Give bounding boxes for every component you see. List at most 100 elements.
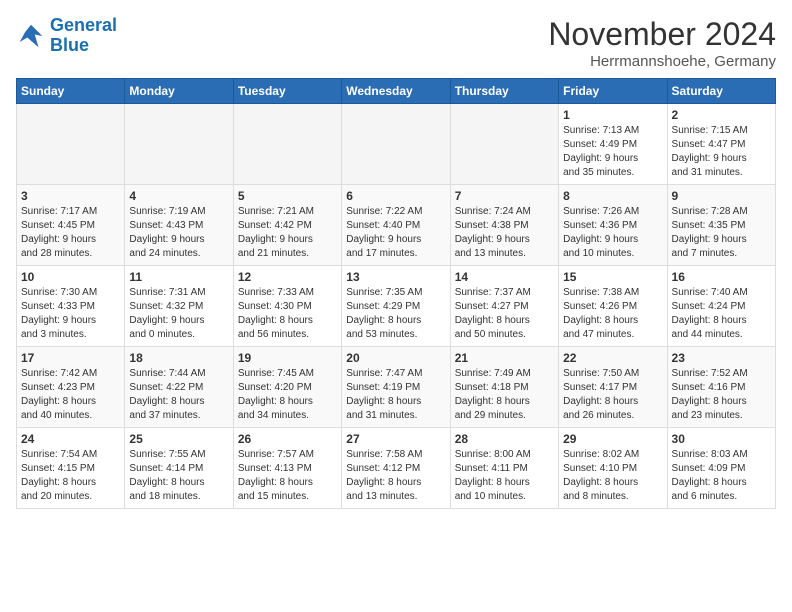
day-cell: 7Sunrise: 7:24 AM Sunset: 4:38 PM Daylig… <box>450 185 558 266</box>
day-info: Sunrise: 7:49 AM Sunset: 4:18 PM Dayligh… <box>455 367 554 423</box>
day-info: Sunrise: 7:47 AM Sunset: 4:19 PM Dayligh… <box>346 367 445 423</box>
day-cell: 30Sunrise: 8:03 AM Sunset: 4:09 PM Dayli… <box>667 428 775 509</box>
day-info: Sunrise: 7:58 AM Sunset: 4:12 PM Dayligh… <box>346 448 445 504</box>
day-info: Sunrise: 7:37 AM Sunset: 4:27 PM Dayligh… <box>455 286 554 342</box>
day-info: Sunrise: 7:31 AM Sunset: 4:32 PM Dayligh… <box>129 286 228 342</box>
day-cell <box>450 104 558 185</box>
day-info: Sunrise: 7:33 AM Sunset: 4:30 PM Dayligh… <box>238 286 337 342</box>
location-title: Herrmannshoehe, Germany <box>548 53 776 70</box>
day-info: Sunrise: 7:44 AM Sunset: 4:22 PM Dayligh… <box>129 367 228 423</box>
header: General Blue November 2024 Herrmannshoeh… <box>16 16 776 70</box>
day-number: 22 <box>563 351 662 365</box>
day-number: 27 <box>346 432 445 446</box>
day-cell: 24Sunrise: 7:54 AM Sunset: 4:15 PM Dayli… <box>17 428 125 509</box>
day-cell: 5Sunrise: 7:21 AM Sunset: 4:42 PM Daylig… <box>233 185 341 266</box>
day-info: Sunrise: 7:38 AM Sunset: 4:26 PM Dayligh… <box>563 286 662 342</box>
day-info: Sunrise: 7:40 AM Sunset: 4:24 PM Dayligh… <box>672 286 771 342</box>
day-cell <box>17 104 125 185</box>
day-info: Sunrise: 7:26 AM Sunset: 4:36 PM Dayligh… <box>563 205 662 261</box>
day-cell: 29Sunrise: 8:02 AM Sunset: 4:10 PM Dayli… <box>559 428 667 509</box>
day-info: Sunrise: 7:15 AM Sunset: 4:47 PM Dayligh… <box>672 124 771 180</box>
day-number: 21 <box>455 351 554 365</box>
day-cell: 20 Sunrise: 7:47 AM Sunset: 4:19 PM Dayli… <box>342 347 450 428</box>
day-cell: 15 Sunrise: 7:38 AM Sunset: 4:26 PM Dayli… <box>559 266 667 347</box>
header-cell-tuesday: Tuesday <box>233 79 341 104</box>
day-number: 20 <box>346 351 445 365</box>
day-number: 3 <box>21 189 120 203</box>
day-number: 19 <box>238 351 337 365</box>
day-number: 1 <box>563 108 662 122</box>
logo-icon <box>16 21 46 51</box>
day-info: Sunrise: 7:22 AM Sunset: 4:40 PM Dayligh… <box>346 205 445 261</box>
day-number: 24 <box>21 432 120 446</box>
day-number: 30 <box>672 432 771 446</box>
day-cell: 26Sunrise: 7:57 AM Sunset: 4:13 PM Dayli… <box>233 428 341 509</box>
day-number: 4 <box>129 189 228 203</box>
week-row-5: 24Sunrise: 7:54 AM Sunset: 4:15 PM Dayli… <box>17 428 776 509</box>
day-info: Sunrise: 7:21 AM Sunset: 4:42 PM Dayligh… <box>238 205 337 261</box>
logo-text: General Blue <box>50 16 117 56</box>
day-cell: 9 Sunrise: 7:28 AM Sunset: 4:35 PM Daylig… <box>667 185 775 266</box>
header-cell-friday: Friday <box>559 79 667 104</box>
day-cell: 2 Sunrise: 7:15 AM Sunset: 4:47 PM Daylig… <box>667 104 775 185</box>
day-number: 11 <box>129 270 228 284</box>
day-info: Sunrise: 7:52 AM Sunset: 4:16 PM Dayligh… <box>672 367 771 423</box>
day-cell <box>233 104 341 185</box>
day-number: 9 <box>672 189 771 203</box>
day-cell: 13 Sunrise: 7:35 AM Sunset: 4:29 PM Dayli… <box>342 266 450 347</box>
day-cell: 19 Sunrise: 7:45 AM Sunset: 4:20 PM Dayli… <box>233 347 341 428</box>
day-number: 23 <box>672 351 771 365</box>
title-area: November 2024 Herrmannshoehe, Germany <box>548 16 776 70</box>
day-cell: 25 Sunrise: 7:55 AM Sunset: 4:14 PM Dayli… <box>125 428 233 509</box>
day-info: Sunrise: 7:17 AM Sunset: 4:45 PM Dayligh… <box>21 205 120 261</box>
day-info: Sunrise: 7:24 AM Sunset: 4:38 PM Dayligh… <box>455 205 554 261</box>
day-info: Sunrise: 7:13 AM Sunset: 4:49 PM Dayligh… <box>563 124 662 180</box>
day-number: 6 <box>346 189 445 203</box>
day-cell: 4 Sunrise: 7:19 AM Sunset: 4:43 PM Daylig… <box>125 185 233 266</box>
logo-line2: Blue <box>50 35 89 55</box>
day-number: 2 <box>672 108 771 122</box>
header-cell-wednesday: Wednesday <box>342 79 450 104</box>
day-number: 15 <box>563 270 662 284</box>
day-info: Sunrise: 7:35 AM Sunset: 4:29 PM Dayligh… <box>346 286 445 342</box>
day-cell <box>125 104 233 185</box>
day-cell: 3 Sunrise: 7:17 AM Sunset: 4:45 PM Daylig… <box>17 185 125 266</box>
month-title: November 2024 <box>548 16 776 53</box>
week-row-4: 17Sunrise: 7:42 AM Sunset: 4:23 PM Dayli… <box>17 347 776 428</box>
day-cell: 21 Sunrise: 7:49 AM Sunset: 4:18 PM Dayli… <box>450 347 558 428</box>
day-cell: 18Sunrise: 7:44 AM Sunset: 4:22 PM Dayli… <box>125 347 233 428</box>
day-number: 8 <box>563 189 662 203</box>
calendar-table: SundayMondayTuesdayWednesdayThursdayFrid… <box>16 78 776 509</box>
day-info: Sunrise: 7:28 AM Sunset: 4:35 PM Dayligh… <box>672 205 771 261</box>
day-number: 14 <box>455 270 554 284</box>
week-row-3: 10Sunrise: 7:30 AM Sunset: 4:33 PM Dayli… <box>17 266 776 347</box>
header-cell-thursday: Thursday <box>450 79 558 104</box>
day-cell: 14 Sunrise: 7:37 AM Sunset: 4:27 PM Dayli… <box>450 266 558 347</box>
day-info: Sunrise: 7:55 AM Sunset: 4:14 PM Dayligh… <box>129 448 228 504</box>
day-info: Sunrise: 7:19 AM Sunset: 4:43 PM Dayligh… <box>129 205 228 261</box>
logo-line1: General <box>50 15 117 35</box>
day-number: 25 <box>129 432 228 446</box>
day-cell: 16Sunrise: 7:40 AM Sunset: 4:24 PM Dayli… <box>667 266 775 347</box>
day-cell: 28Sunrise: 8:00 AM Sunset: 4:11 PM Dayli… <box>450 428 558 509</box>
header-cell-monday: Monday <box>125 79 233 104</box>
day-number: 12 <box>238 270 337 284</box>
day-cell: 8 Sunrise: 7:26 AM Sunset: 4:36 PM Daylig… <box>559 185 667 266</box>
week-row-2: 3 Sunrise: 7:17 AM Sunset: 4:45 PM Daylig… <box>17 185 776 266</box>
week-row-1: 1 Sunrise: 7:13 AM Sunset: 4:49 PM Daylig… <box>17 104 776 185</box>
day-info: Sunrise: 7:50 AM Sunset: 4:17 PM Dayligh… <box>563 367 662 423</box>
day-cell: 11 Sunrise: 7:31 AM Sunset: 4:32 PM Dayli… <box>125 266 233 347</box>
day-number: 17 <box>21 351 120 365</box>
day-number: 13 <box>346 270 445 284</box>
day-cell: 17Sunrise: 7:42 AM Sunset: 4:23 PM Dayli… <box>17 347 125 428</box>
day-cell <box>342 104 450 185</box>
day-cell: 6 Sunrise: 7:22 AM Sunset: 4:40 PM Daylig… <box>342 185 450 266</box>
day-info: Sunrise: 7:57 AM Sunset: 4:13 PM Dayligh… <box>238 448 337 504</box>
header-cell-saturday: Saturday <box>667 79 775 104</box>
day-cell: 1 Sunrise: 7:13 AM Sunset: 4:49 PM Daylig… <box>559 104 667 185</box>
day-info: Sunrise: 7:45 AM Sunset: 4:20 PM Dayligh… <box>238 367 337 423</box>
day-cell: 27 Sunrise: 7:58 AM Sunset: 4:12 PM Dayli… <box>342 428 450 509</box>
calendar-header-row: SundayMondayTuesdayWednesdayThursdayFrid… <box>17 79 776 104</box>
day-info: Sunrise: 7:30 AM Sunset: 4:33 PM Dayligh… <box>21 286 120 342</box>
day-number: 28 <box>455 432 554 446</box>
